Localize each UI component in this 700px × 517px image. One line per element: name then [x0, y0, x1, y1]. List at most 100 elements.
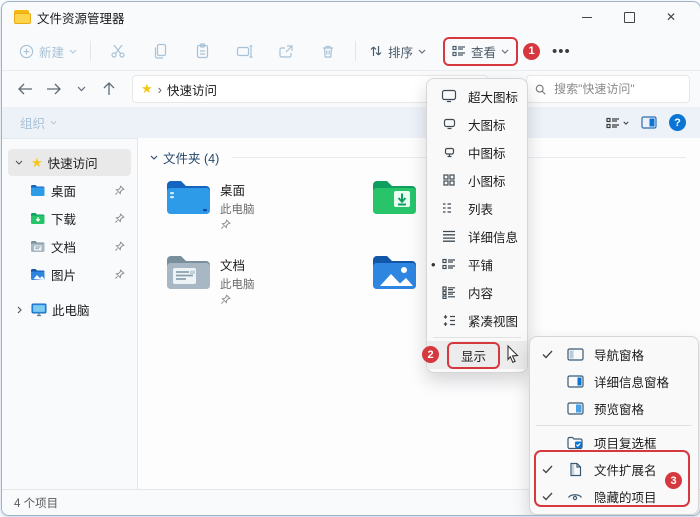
chevron-down-icon: [501, 49, 509, 54]
large-icons-icon: [441, 118, 457, 130]
pin-icon[interactable]: [114, 213, 125, 224]
pin-icon: [220, 219, 255, 230]
chevron-down-icon: [69, 49, 77, 54]
pin-icon[interactable]: [114, 185, 125, 196]
back-button[interactable]: [12, 76, 38, 102]
details-view-icon: [441, 230, 457, 242]
expand-chevron-icon[interactable]: [12, 306, 26, 314]
sort-button[interactable]: 排序: [362, 38, 433, 65]
sort-button-label: 排序: [388, 42, 413, 61]
documents-folder-icon: [164, 252, 212, 292]
annotation-badge-2: 2: [422, 346, 439, 363]
copy-button[interactable]: [147, 38, 173, 64]
view-menu-item-content[interactable]: 内容: [427, 278, 527, 306]
chevron-down-icon: [77, 86, 86, 92]
share-icon: [278, 44, 294, 59]
mouse-cursor: [505, 345, 521, 364]
view-menu-item-small-icons[interactable]: 小图标: [427, 166, 527, 194]
chevron-down-icon: [50, 120, 57, 125]
toolbar-divider: [90, 41, 91, 61]
organize-button[interactable]: 组织: [16, 111, 61, 134]
new-button-label: 新建: [39, 42, 64, 61]
up-button[interactable]: [96, 76, 122, 102]
tiles-view-icon: [452, 45, 466, 57]
view-menu-item-details[interactable]: 详细信息: [427, 222, 527, 250]
search-box[interactable]: [526, 75, 690, 103]
view-menu-item-large-icons[interactable]: 大图标: [427, 110, 527, 138]
view-dropdown-menu: 超大图标 大图标 中图标 小图标 列表 详细信息 • 平铺 内容: [426, 78, 528, 373]
forward-button[interactable]: [40, 76, 66, 102]
search-input[interactable]: [552, 81, 681, 97]
tiles-view-icon: [606, 117, 620, 129]
content-view-icon: [441, 286, 457, 299]
this-pc-icon: [31, 303, 47, 317]
desktop-folder-icon: [30, 184, 46, 197]
breadcrumb-separator: ›: [158, 82, 162, 97]
tile-name: 桌面: [220, 180, 255, 199]
downloads-folder-icon: [370, 177, 418, 217]
selected-indicator: •: [431, 257, 436, 272]
menu-item-label: 超大图标: [468, 87, 518, 106]
pin-icon[interactable]: [114, 269, 125, 280]
view-button[interactable]: 查看: [452, 42, 509, 61]
details-pane-icon: [566, 375, 584, 388]
sidebar-item-documents[interactable]: 文档: [26, 233, 131, 260]
view-menu-item-show[interactable]: 2 显示: [427, 341, 527, 369]
sidebar-item-pictures[interactable]: 图片: [26, 261, 131, 288]
folders-group-label: 文件夹 (4): [163, 148, 219, 167]
menu-item-label: 详细信息: [468, 227, 518, 246]
quick-access-star-icon: ★: [31, 155, 43, 171]
view-menu-item-medium-icons[interactable]: 中图标: [427, 138, 527, 166]
paste-button[interactable]: [189, 38, 215, 64]
check-icon: [538, 492, 556, 501]
menu-separator: [536, 425, 692, 426]
view-menu-item-list[interactable]: 列表: [427, 194, 527, 222]
maximize-button[interactable]: [608, 3, 650, 31]
submenu-item-navigation-pane[interactable]: 导航窗格: [530, 341, 698, 368]
recent-locations-button[interactable]: [68, 76, 94, 102]
collapse-chevron-icon[interactable]: [12, 160, 26, 165]
submenu-item-label: 导航窗格: [594, 345, 644, 364]
more-options-button[interactable]: •••: [552, 43, 571, 60]
desktop-folder-icon: [164, 177, 212, 217]
sidebar-item-desktop[interactable]: 桌面: [26, 177, 131, 204]
minimize-button[interactable]: [566, 3, 608, 31]
layout-options-button[interactable]: [606, 117, 629, 129]
submenu-item-label: 隐藏的项目: [594, 487, 657, 506]
sidebar-item-this-pc[interactable]: 此电脑: [8, 296, 131, 323]
quick-access-star-icon: ★: [141, 81, 153, 97]
folder-tile-desktop[interactable]: 桌面 此电脑: [164, 177, 362, 230]
hidden-items-eye-icon: [566, 491, 584, 502]
folders-group-header[interactable]: 文件夹 (4): [150, 148, 700, 167]
pictures-folder-icon: [30, 268, 46, 281]
folder-tile-documents[interactable]: 文档 此电脑: [164, 252, 362, 305]
submenu-item-preview-pane[interactable]: 预览窗格: [530, 395, 698, 422]
menu-item-label: 中图标: [468, 143, 506, 162]
rename-button[interactable]: [231, 38, 257, 64]
preview-pane-button[interactable]: [641, 116, 657, 129]
organize-row: 组织 ?: [2, 107, 700, 139]
pin-icon[interactable]: [114, 241, 125, 252]
sidebar-item-quick-access[interactable]: ★ 快速访问: [8, 149, 131, 176]
navigation-pane-icon: [566, 348, 584, 361]
submenu-item-details-pane[interactable]: 详细信息窗格: [530, 368, 698, 395]
delete-button[interactable]: [315, 38, 341, 64]
help-button[interactable]: ?: [669, 114, 686, 131]
annotation-badge-1: 1: [523, 43, 540, 60]
view-menu-item-compact-view[interactable]: 紧凑视图: [427, 306, 527, 334]
share-button[interactable]: [273, 38, 299, 64]
new-button[interactable]: 新建: [12, 38, 84, 65]
view-menu-item-tiles[interactable]: • 平铺: [427, 250, 527, 278]
sidebar-item-downloads[interactable]: 下载: [26, 205, 131, 232]
submenu-item-item-checkboxes[interactable]: 项目复选框: [530, 429, 698, 456]
extra-large-icons-icon: [441, 89, 457, 103]
view-menu-item-extra-large-icons[interactable]: 超大图标: [427, 82, 527, 110]
breadcrumb-quick-access[interactable]: 快速访问: [167, 80, 217, 99]
item-checkboxes-icon: [566, 436, 584, 450]
preview-pane-icon: [566, 402, 584, 415]
tile-location: 此电脑: [220, 201, 255, 217]
submenu-item-label: 项目复选框: [594, 433, 657, 452]
menu-item-label: 内容: [468, 283, 493, 302]
cut-button[interactable]: [105, 38, 131, 64]
close-button[interactable]: ✕: [650, 3, 692, 31]
